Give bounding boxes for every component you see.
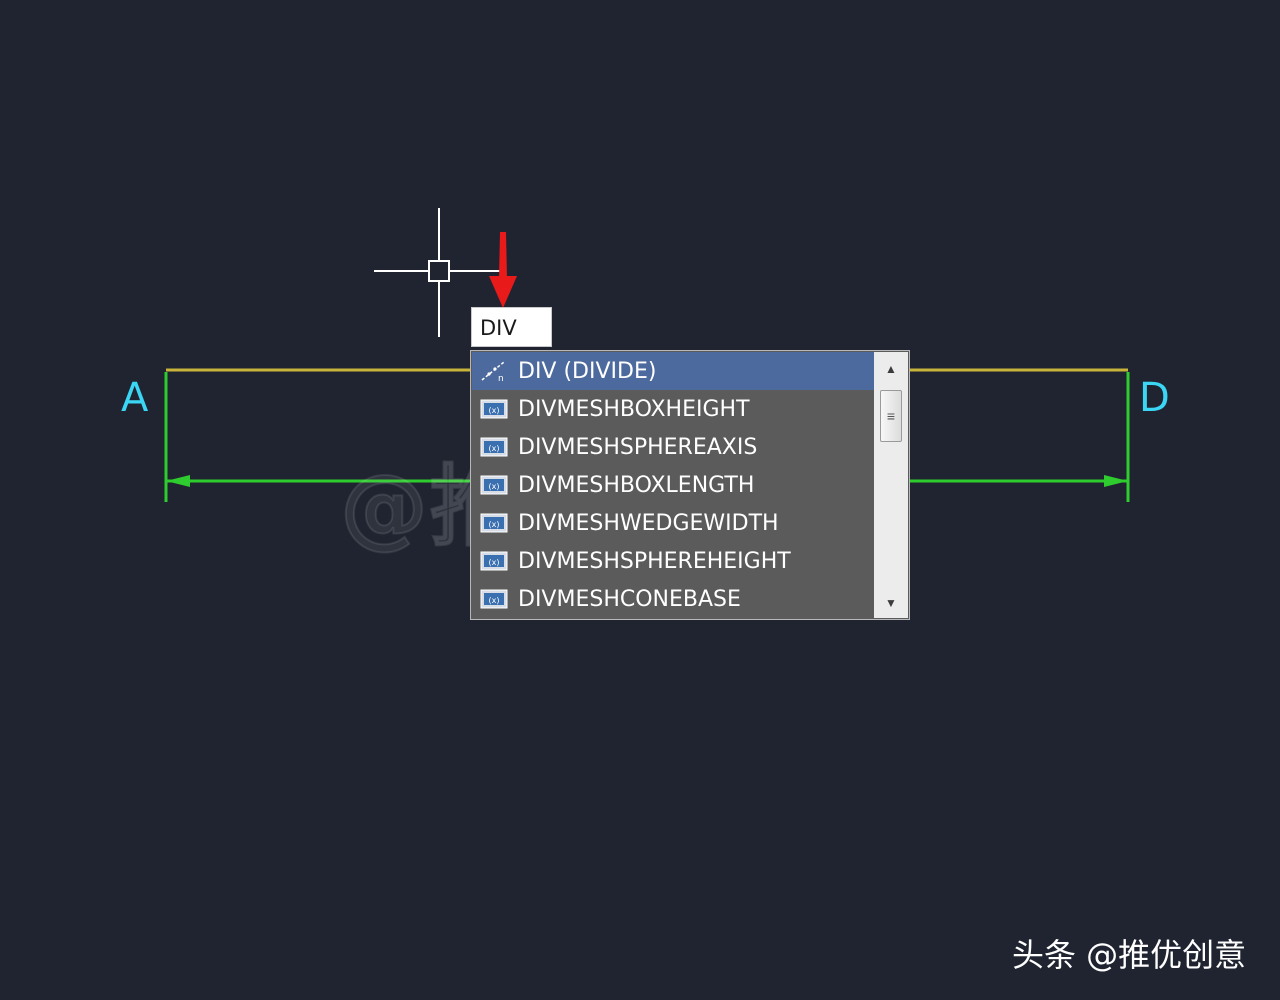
autocomplete-item-divide[interactable]: n DIV (DIVIDE) — [472, 352, 874, 390]
autocomplete-item-divmeshconebase[interactable]: (x) DIVMESHCONEBASE — [472, 580, 874, 618]
system-variable-icon: (x) — [480, 513, 508, 533]
svg-text:(x): (x) — [489, 520, 500, 529]
system-variable-icon: (x) — [480, 475, 508, 495]
system-variable-icon: (x) — [480, 589, 508, 609]
autocomplete-item-label: DIVMESHSPHEREHEIGHT — [518, 548, 791, 574]
dimension-arrow-right — [1104, 475, 1128, 487]
autocomplete-item-label: DIVMESHWEDGEWIDTH — [518, 510, 779, 536]
point-label-d: D — [1139, 375, 1170, 421]
point-label-a: A — [121, 375, 149, 421]
autocomplete-item-divmeshwedgewidth[interactable]: (x) DIVMESHWEDGEWIDTH — [472, 504, 874, 542]
svg-text:(x): (x) — [489, 444, 500, 453]
autocomplete-item-label: DIVMESHBOXLENGTH — [518, 472, 755, 498]
autocomplete-dropdown: n DIV (DIVIDE) (x) DIVMESHBOXHEIGHT (x) … — [470, 350, 910, 620]
svg-text:(x): (x) — [489, 482, 500, 491]
autocomplete-item-divmeshboxheight[interactable]: (x) DIVMESHBOXHEIGHT — [472, 390, 874, 428]
autocomplete-item-label: DIVMESHCONEBASE — [518, 586, 741, 612]
brand-footer: 头条 @推优创意 — [1012, 936, 1247, 974]
svg-text:(x): (x) — [489, 406, 500, 415]
scroll-thumb[interactable]: ≡ — [880, 390, 902, 442]
scroll-down-icon[interactable]: ▼ — [874, 588, 908, 618]
autocomplete-item-label: DIV (DIVIDE) — [518, 358, 657, 384]
scroll-up-icon[interactable]: ▲ — [874, 354, 908, 384]
dimension-arrow-left — [166, 475, 190, 487]
system-variable-icon: (x) — [480, 551, 508, 571]
autocomplete-item-divmeshsphereheight[interactable]: (x) DIVMESHSPHEREHEIGHT — [472, 542, 874, 580]
svg-text:(x): (x) — [489, 596, 500, 605]
autocomplete-list: n DIV (DIVIDE) (x) DIVMESHBOXHEIGHT (x) … — [472, 352, 874, 618]
divide-command-icon: n — [481, 361, 505, 382]
command-input[interactable]: DIV — [471, 307, 552, 347]
autocomplete-item-label: DIVMESHBOXHEIGHT — [518, 396, 750, 422]
autocomplete-item-divmeshboxlength[interactable]: (x) DIVMESHBOXLENGTH — [472, 466, 874, 504]
autocomplete-item-divmeshsphereaxis[interactable]: (x) DIVMESHSPHEREAXIS — [472, 428, 874, 466]
system-variable-icon: (x) — [480, 437, 508, 457]
svg-text:(x): (x) — [489, 558, 500, 567]
svg-text:n: n — [498, 374, 504, 382]
autocomplete-item-label: DIVMESHSPHEREAXIS — [518, 434, 758, 460]
system-variable-icon: (x) — [480, 399, 508, 419]
autocomplete-scrollbar[interactable]: ▲ ≡ ▼ — [874, 352, 908, 618]
